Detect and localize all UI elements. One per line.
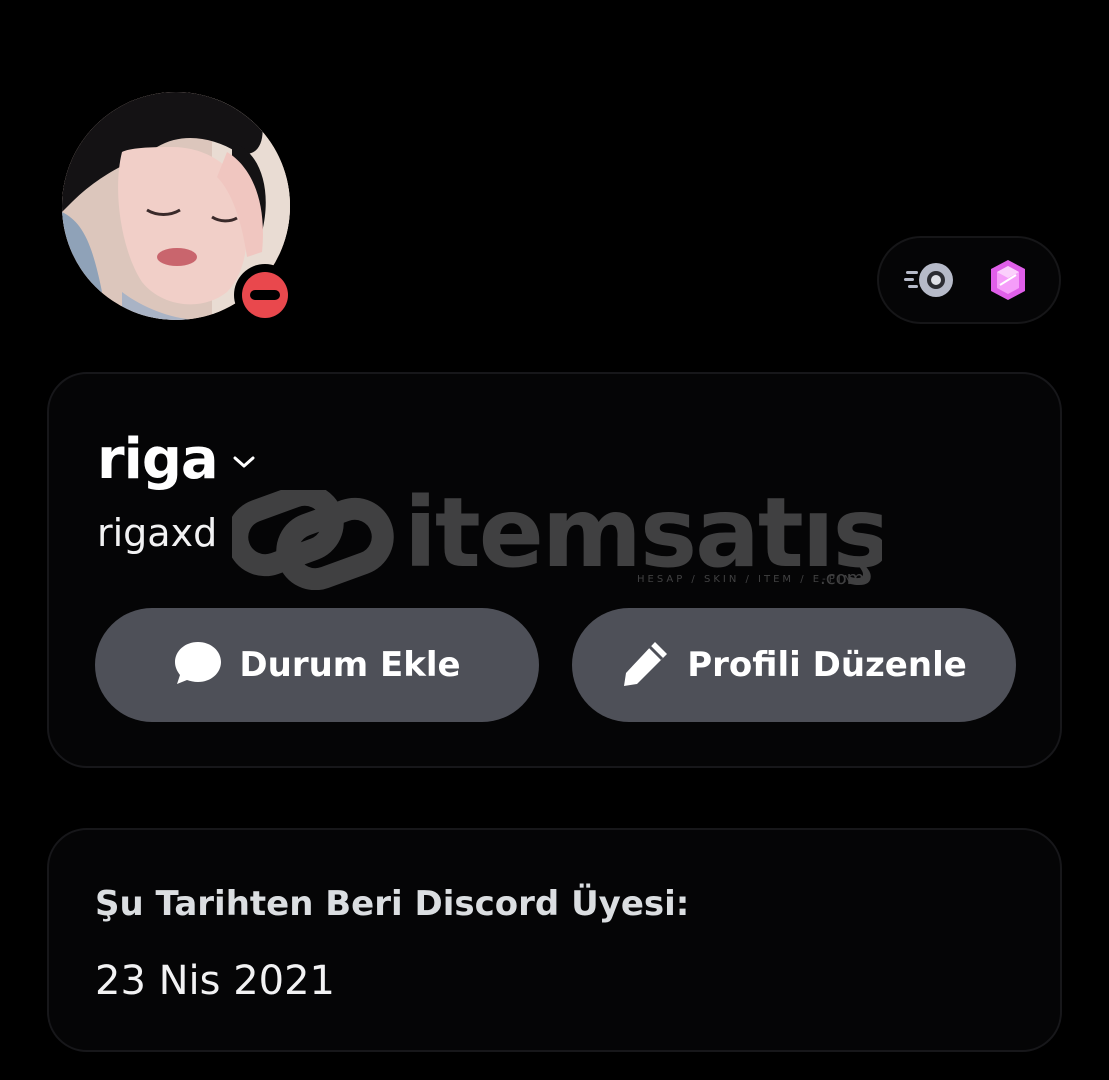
edit-profile-label: Profili Düzenle (687, 645, 967, 685)
badge-list (877, 236, 1061, 324)
hypesquad-gem-badge-icon[interactable] (982, 258, 1034, 302)
do-not-disturb-icon (242, 272, 288, 318)
avatar-container[interactable] (62, 92, 296, 326)
member-since-card: Şu Tarihten Beri Discord Üyesi: 23 Nis 2… (47, 828, 1062, 1052)
chevron-down-icon[interactable] (232, 454, 256, 474)
add-status-label: Durum Ekle (239, 645, 461, 685)
speech-bubble-icon (173, 640, 223, 690)
display-name-row[interactable]: riga (97, 432, 256, 488)
profile-card: riga rigaxd Durum Ekle Profili Düzenle (47, 372, 1062, 768)
status-dnd-indicator (234, 264, 296, 326)
pencil-icon (621, 639, 671, 691)
add-status-button[interactable]: Durum Ekle (95, 608, 539, 722)
nitro-speed-badge-icon[interactable] (904, 258, 956, 302)
member-since-date: 23 Nis 2021 (95, 958, 335, 1004)
edit-profile-button[interactable]: Profili Düzenle (572, 608, 1016, 722)
display-name: riga (97, 427, 219, 492)
member-since-label: Şu Tarihten Beri Discord Üyesi: (95, 884, 690, 924)
username: rigaxd (97, 511, 218, 555)
